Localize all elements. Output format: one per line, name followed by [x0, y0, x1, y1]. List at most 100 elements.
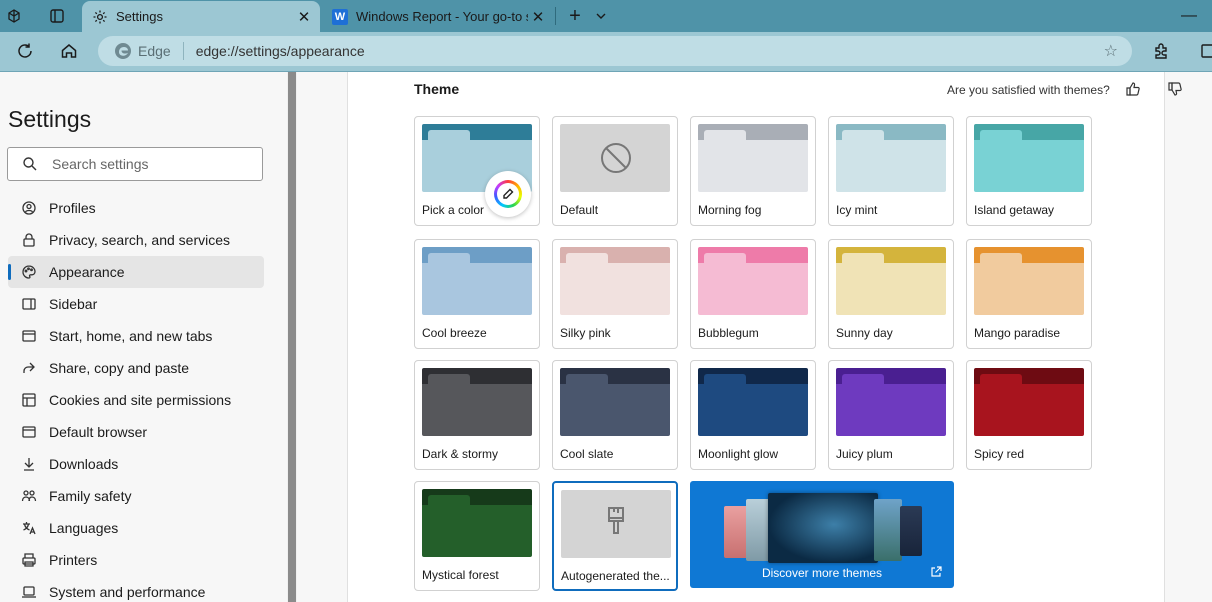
sidebar-item-printers[interactable]: Printers	[8, 544, 264, 576]
sidebar-item-cookies-and-site-permissions[interactable]: Cookies and site permissions	[8, 384, 264, 416]
theme-tile[interactable]: Pick a color	[414, 116, 540, 226]
thumbs-down-icon[interactable]	[1167, 81, 1183, 97]
tab-title: Settings	[116, 9, 163, 24]
theme-preview	[974, 124, 1084, 192]
theme-tile[interactable]: Mango paradise	[966, 239, 1092, 349]
sidebar-item-appearance[interactable]: Appearance	[8, 256, 264, 288]
close-icon[interactable]: ✕	[528, 8, 548, 26]
theme-preview	[974, 247, 1084, 315]
theme-tile[interactable]: Icy mint	[828, 116, 954, 226]
tab-windows-report[interactable]: W Windows Report - Your go-to so ✕	[322, 1, 554, 32]
theme-preview	[560, 368, 670, 436]
browser-icon	[20, 423, 38, 441]
theme-tile[interactable]: Morning fog	[690, 116, 816, 226]
new-tab-icon[interactable]: +	[566, 5, 584, 27]
sidebar-item-label: Share, copy and paste	[49, 360, 190, 376]
theme-name: Bubblegum	[698, 326, 759, 340]
sidebar-item-privacy-search-and-services[interactable]: Privacy, search, and services	[8, 224, 264, 256]
sidebar-item-system-and-performance[interactable]: System and performance	[8, 576, 264, 602]
languages-icon	[20, 519, 38, 537]
sidebar-item-label: Printers	[49, 552, 98, 568]
profile-icon	[20, 199, 38, 217]
theme-tile[interactable]: Autogenerated the...	[552, 481, 678, 591]
sidebar-item-start-home-and-new-tabs[interactable]: Start, home, and new tabs	[8, 320, 264, 352]
search-input[interactable]	[52, 156, 242, 172]
sidebar-item-downloads[interactable]: Downloads	[8, 448, 264, 480]
section-title: Theme	[414, 81, 460, 97]
search-box[interactable]	[7, 147, 263, 181]
minimize-icon[interactable]: —	[1180, 7, 1198, 25]
sidebar-item-label: Family safety	[49, 488, 132, 504]
home-icon[interactable]	[60, 42, 78, 60]
address-bar[interactable]: Edge edge://settings/appearance ☆	[98, 36, 1132, 66]
download-icon	[20, 455, 38, 473]
eyedropper-icon	[503, 188, 514, 199]
theme-tile[interactable]: Cool slate	[552, 360, 678, 470]
sidebar-item-profiles[interactable]: Profiles	[8, 192, 264, 224]
family-icon	[20, 487, 38, 505]
edge-label: Edge	[138, 43, 171, 59]
theme-preview	[698, 247, 808, 315]
theme-tile[interactable]: Cool breeze	[414, 239, 540, 349]
theme-name: Mango paradise	[974, 326, 1061, 340]
sidebar-item-label: System and performance	[49, 584, 206, 600]
sidebar-item-label: Sidebar	[49, 296, 98, 312]
theme-card: Theme Are you satisfied with themes? Dis…	[347, 72, 1182, 602]
sidebar-item-languages[interactable]: Languages	[8, 512, 264, 544]
theme-tile[interactable]: Bubblegum	[690, 239, 816, 349]
printer-icon	[20, 551, 38, 569]
thumbs-up-icon[interactable]	[1125, 81, 1141, 97]
theme-preview	[698, 368, 808, 436]
sidebar-item-label: Privacy, search, and services	[49, 232, 231, 248]
sidebar-item-label: Cookies and site permissions	[49, 392, 232, 408]
sidebar-item-label: Downloads	[49, 456, 119, 472]
theme-preview	[560, 247, 670, 315]
extensions-icon[interactable]	[1152, 42, 1170, 60]
theme-name: Autogenerated the...	[561, 569, 670, 583]
theme-tile[interactable]: Spicy red	[966, 360, 1092, 470]
theme-tile[interactable]: Silky pink	[552, 239, 678, 349]
theme-tile[interactable]: Dark & stormy	[414, 360, 540, 470]
share-icon	[20, 359, 38, 377]
theme-name: Island getaway	[974, 203, 1055, 217]
theme-preview	[836, 368, 946, 436]
browser-toolbar: Edge edge://settings/appearance ☆	[0, 32, 1212, 72]
paintbrush-icon	[604, 505, 628, 539]
theme-tile[interactable]: Island getaway	[966, 116, 1092, 226]
sidebar-icon	[20, 295, 38, 313]
refresh-icon[interactable]	[16, 42, 34, 60]
sidebar-item-default-browser[interactable]: Default browser	[8, 416, 264, 448]
theme-preview	[698, 124, 808, 192]
external-link-icon	[931, 566, 942, 577]
lock-icon	[20, 231, 38, 249]
settings-main: Theme Are you satisfied with themes? Dis…	[297, 72, 1212, 602]
theme-tile[interactable]: Sunny day	[828, 239, 954, 349]
workspaces-icon[interactable]	[6, 7, 24, 25]
sidebar-item-share-copy-and-paste[interactable]: Share, copy and paste	[8, 352, 264, 384]
sidebar-item-label: Languages	[49, 520, 119, 536]
theme-tile[interactable]: Moonlight glow	[690, 360, 816, 470]
theme-name: Sunny day	[836, 326, 893, 340]
sidebar-item-label: Appearance	[49, 264, 125, 280]
close-icon[interactable]: ✕	[294, 8, 314, 26]
split-screen-icon[interactable]	[1198, 42, 1212, 60]
favorite-star-icon[interactable]: ☆	[1104, 41, 1118, 61]
tab-title: Windows Report - Your go-to so	[356, 9, 528, 24]
discover-more-themes-banner[interactable]: Discover more themes	[690, 481, 954, 588]
tab-actions-icon[interactable]	[48, 7, 66, 25]
theme-tile[interactable]: Mystical forest	[414, 481, 540, 591]
sidebar-scrollbar-thumb[interactable]	[288, 72, 296, 602]
theme-tile[interactable]: Default	[552, 116, 678, 226]
tab-settings[interactable]: Settings ✕	[82, 1, 320, 32]
theme-preview-image	[874, 499, 902, 561]
theme-preview	[836, 247, 946, 315]
theme-preview-image	[768, 493, 878, 563]
theme-tile[interactable]: Juicy plum	[828, 360, 954, 470]
address-separator	[182, 42, 184, 60]
sidebar-item-family-safety[interactable]: Family safety	[8, 480, 264, 512]
sidebar-item-sidebar[interactable]: Sidebar	[8, 288, 264, 320]
chevron-down-icon[interactable]	[592, 7, 610, 25]
url-text[interactable]: edge://settings/appearance	[196, 43, 365, 59]
sidebar-item-label: Default browser	[49, 424, 148, 440]
theme-preview	[422, 247, 532, 315]
